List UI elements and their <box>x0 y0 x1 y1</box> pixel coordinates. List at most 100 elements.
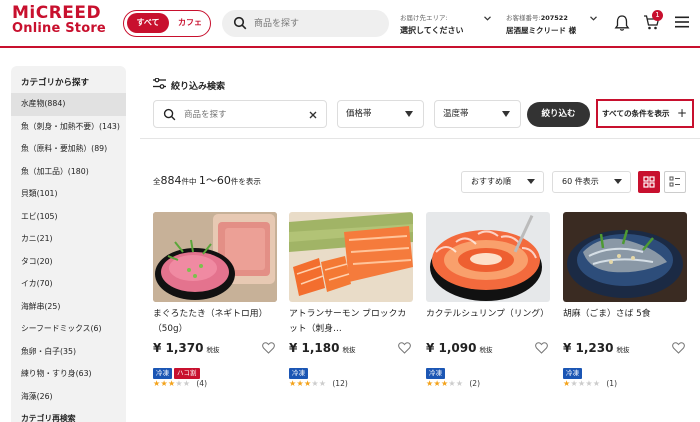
search-icon[interactable] <box>233 16 247 30</box>
per-page-label: 60 件表示 <box>562 177 599 186</box>
star-icon: ★★ <box>175 379 191 388</box>
chevron-down-icon[interactable] <box>484 16 491 21</box>
rating-stars: ★★★★★ (1) <box>563 379 687 388</box>
count-range: 1〜60 <box>198 174 231 187</box>
product-price: ¥ 1,370 <box>153 341 204 355</box>
bell-icon[interactable] <box>614 14 630 32</box>
product-card[interactable]: 胡麻（ごま）さば 5食 ¥ 1,230 税抜 冷凍 ★★★★★ (1) <box>563 212 687 388</box>
heart-icon[interactable] <box>672 342 685 354</box>
star-icon: ★★ <box>311 379 327 388</box>
star-icon: ★★★ <box>289 379 312 388</box>
product-image-mackerel[interactable] <box>563 212 687 302</box>
logo-line1: MiCREED <box>12 3 102 23</box>
sidebar-item-squid[interactable]: イカ(70) <box>11 273 126 296</box>
toggle-cafe-button[interactable]: カフェ <box>172 13 208 33</box>
count-total: 884 <box>160 174 182 187</box>
product-card[interactable]: アトランサーモン ブロックカット（刺身… ¥ 1,180 税抜 冷凍 ★★★★★ (… <box>289 212 413 388</box>
product-image-salmon[interactable] <box>289 212 413 302</box>
toggle-all-button[interactable]: すべて <box>127 13 169 33</box>
star-icon: ★★★ <box>153 379 176 388</box>
product-tags: 冷凍 ハコ割 <box>153 360 277 379</box>
product-name[interactable]: まぐろたたき（ネギトロ用）（50g） <box>153 307 277 337</box>
tag-frozen: 冷凍 <box>153 368 172 379</box>
review-count[interactable]: (2) <box>469 379 480 388</box>
sidebar-item-seafood-mix[interactable]: シーフードミックス(6) <box>11 318 126 341</box>
list-view-icon <box>669 176 680 187</box>
dropdown-triangle-icon <box>527 179 535 184</box>
product-card[interactable]: まぐろたたき（ネギトロ用）（50g） ¥ 1,370 税抜 冷凍 ハコ割 ★★★★★… <box>153 212 277 388</box>
product-card[interactable]: カクテルシュリンプ（リング） ¥ 1,090 税抜 冷凍 ★★★★★ (2) <box>426 212 550 388</box>
temperature-select[interactable]: 温度帯 <box>434 100 521 128</box>
heart-icon[interactable] <box>262 342 275 354</box>
tax-label: 税抜 <box>616 346 630 354</box>
product-image-tuna[interactable] <box>153 212 277 302</box>
price-range-select[interactable]: 価格帯 <box>337 100 424 128</box>
grid-view-button[interactable] <box>638 171 660 193</box>
tax-label: 税抜 <box>206 346 220 354</box>
show-all-conditions-button[interactable]: すべての条件を表示 + <box>596 99 694 128</box>
price-range-label: 価格帯 <box>346 109 372 119</box>
product-tags: 冷凍 <box>426 360 550 379</box>
heart-icon[interactable] <box>398 342 411 354</box>
sidebar-item-fish-cook[interactable]: 魚（原料・要加熱）(89) <box>11 138 126 161</box>
sidebar-item-fishcake[interactable]: 練り物・すり身(63) <box>11 363 126 386</box>
sidebar-item-seaweed[interactable]: 海藻(26) <box>11 386 126 409</box>
sort-label: おすすめ順 <box>471 177 511 186</box>
divider <box>140 138 700 139</box>
sidebar-category-research[interactable]: カテゴリ再検索 <box>11 408 126 422</box>
sidebar-item-seafood[interactable]: 水産物(884) <box>11 93 126 116</box>
clear-icon[interactable] <box>309 111 317 119</box>
sidebar-item-octopus[interactable]: タコ(20) <box>11 251 126 274</box>
list-view-button[interactable] <box>664 171 686 193</box>
filter-title-text: 絞り込み検索 <box>171 82 226 92</box>
sidebar-item-shellfish[interactable]: 貝類(101) <box>11 183 126 206</box>
per-page-select[interactable]: 60 件表示 <box>552 171 631 193</box>
product-name[interactable]: アトランサーモン ブロックカット（刺身… <box>289 307 413 337</box>
sidebar-title: カテゴリから探す <box>21 78 90 88</box>
rating-stars: ★★★★★ (12) <box>289 379 413 388</box>
review-count[interactable]: (1) <box>606 379 617 388</box>
apply-filter-button[interactable]: 絞り込む <box>527 102 590 127</box>
count-prefix: 全 <box>153 177 161 186</box>
product-price: ¥ 1,230 <box>563 341 614 355</box>
product-name[interactable]: 胡麻（ごま）さば 5食 <box>563 307 687 337</box>
store-logo[interactable]: MiCREED Online Store <box>12 5 112 37</box>
sidebar-item-fish-raw[interactable]: 魚（刺身・加熱不要）(143) <box>11 116 126 139</box>
rating-stars: ★★★★★ (2) <box>426 379 550 388</box>
review-count[interactable]: (12) <box>332 379 347 388</box>
product-image-shrimp[interactable] <box>426 212 550 302</box>
cart-count-badge: 1 <box>652 10 663 21</box>
count-suffix: 件を表示 <box>230 177 261 186</box>
star-icon: ★★ <box>448 379 464 388</box>
plus-icon: + <box>676 106 687 120</box>
tag-frozen: 冷凍 <box>563 368 582 379</box>
chevron-down-icon[interactable] <box>590 16 597 21</box>
sidebar-item-shrimp[interactable]: エビ(105) <box>11 206 126 229</box>
product-price: ¥ 1,090 <box>426 341 477 355</box>
customer-label: お客様番号: <box>506 14 541 22</box>
sidebar-item-skewers[interactable]: 海鮮串(25) <box>11 296 126 319</box>
review-count[interactable]: (4) <box>196 379 207 388</box>
sidebar-item-roe[interactable]: 魚卵・白子(35) <box>11 341 126 364</box>
header-search <box>222 10 389 37</box>
star-icon: ★★★ <box>426 379 449 388</box>
menu-icon[interactable] <box>675 16 689 28</box>
tag-frozen: 冷凍 <box>426 368 445 379</box>
filter-sliders-icon <box>153 78 166 89</box>
filter-search <box>153 100 327 128</box>
dropdown-triangle-icon <box>614 179 622 184</box>
header-search-input[interactable] <box>254 15 382 32</box>
rating-stars: ★★★★★ (4) <box>153 379 277 388</box>
count-middle: 件中 <box>181 177 199 186</box>
tag-frozen: 冷凍 <box>289 368 308 379</box>
product-tags: 冷凍 <box>289 360 413 379</box>
sort-select[interactable]: おすすめ順 <box>461 171 544 193</box>
product-name[interactable]: カクテルシュリンプ（リング） <box>426 307 550 337</box>
product-price: ¥ 1,180 <box>289 341 340 355</box>
filter-search-input[interactable] <box>184 107 294 123</box>
sidebar-item-crab[interactable]: カニ(21) <box>11 228 126 251</box>
star-icon: ★★★★ <box>570 379 601 388</box>
grid-view-icon <box>643 176 655 188</box>
heart-icon[interactable] <box>535 342 548 354</box>
sidebar-item-fish-processed[interactable]: 魚（加工品）(180) <box>11 161 126 184</box>
